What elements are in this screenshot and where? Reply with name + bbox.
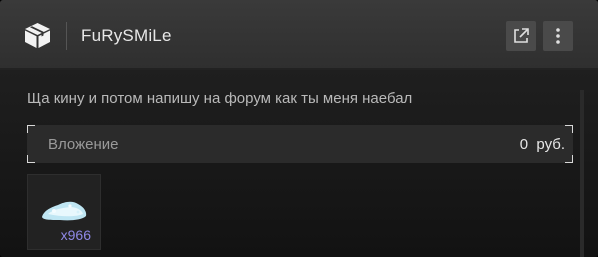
corner-bracket [565,125,573,133]
attachment-price: 0 руб. [519,136,565,153]
corner-bracket [565,155,573,163]
attachment-label: Вложение [48,136,119,153]
more-options-button[interactable] [543,21,573,51]
external-link-icon [514,28,529,43]
open-external-button[interactable] [506,21,536,51]
more-vertical-icon [556,28,560,44]
attachment-bar: Вложение 0 руб. [27,125,573,163]
item-pile-icon [42,201,87,221]
sender-name: FuRySMiLe [81,26,172,45]
attached-item[interactable]: x966 [27,174,101,250]
corner-bracket [27,125,35,133]
trade-message-panel: FuRySMiLe Ща кину и потом напишу на фору… [0,0,598,257]
message-text: Ща кину и потом напишу на форум как ты м… [27,90,413,107]
scrollbar[interactable] [580,90,584,257]
item-count: x966 [60,227,91,243]
box-icon [25,23,50,48]
corner-bracket [27,155,35,163]
header-divider [66,22,67,50]
panel-body: Ща кину и потом напишу на форум как ты м… [0,70,598,257]
panel-header: FuRySMiLe [0,0,598,70]
